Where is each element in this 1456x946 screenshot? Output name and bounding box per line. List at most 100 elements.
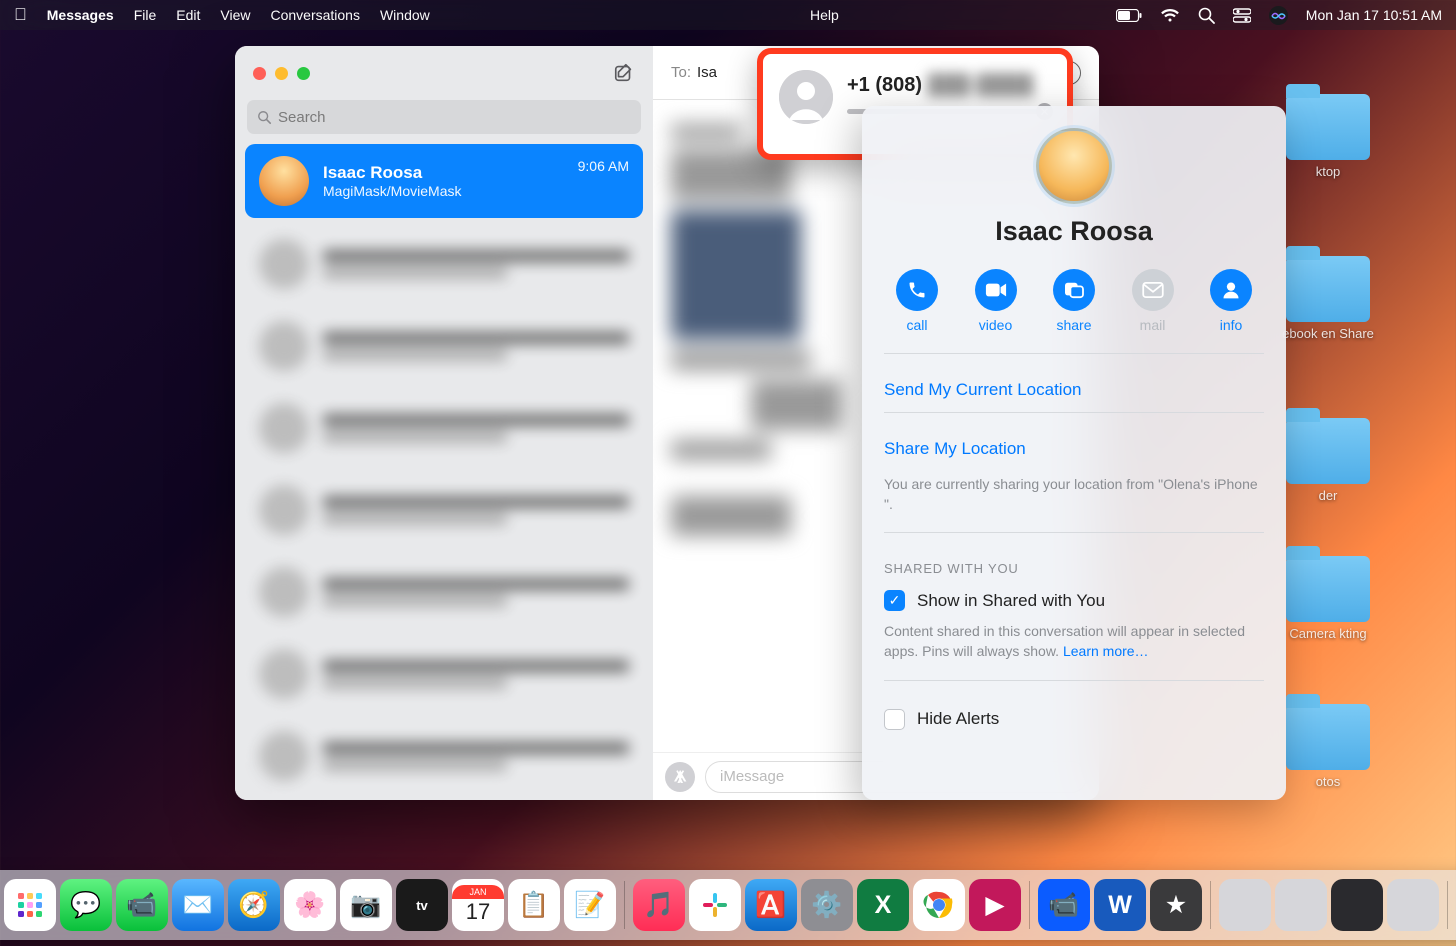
action-label: mail — [1122, 317, 1184, 333]
dock-separator — [1029, 881, 1030, 929]
dock-slack[interactable] — [689, 879, 741, 931]
message-placeholder: iMessage — [720, 768, 784, 785]
dock-safari[interactable]: 🧭 — [228, 879, 280, 931]
dock-launchpad[interactable] — [4, 879, 56, 931]
dock-appletv[interactable]: tv — [396, 879, 448, 931]
dock-notes[interactable]: 📝 — [564, 879, 616, 931]
mail-button: mail — [1122, 269, 1184, 333]
dock-appstore[interactable]: 🅰️ — [745, 879, 797, 931]
checkbox-label: Show in Shared with You — [917, 591, 1105, 611]
contact-details-panel: Isaac Roosa call video share mail info S… — [862, 106, 1286, 800]
checkbox-checked-icon[interactable]: ✓ — [884, 590, 905, 611]
menu-edit[interactable]: Edit — [176, 7, 200, 23]
dock-zoom[interactable]: 📹 — [1038, 879, 1090, 931]
close-window-button[interactable] — [253, 67, 266, 80]
folder-label: der — [1276, 488, 1380, 503]
contact-avatar[interactable] — [1036, 128, 1112, 204]
folder-icon — [1286, 556, 1370, 622]
desktop-folder[interactable]: otos — [1276, 704, 1380, 789]
dock-word[interactable]: W — [1094, 879, 1146, 931]
desktop-folder[interactable]: ktop — [1276, 94, 1380, 179]
apps-button[interactable] — [665, 762, 695, 792]
window-titlebar — [235, 46, 653, 100]
zoom-window-button[interactable] — [297, 67, 310, 80]
help-result-phone: +1 (808) ███-████ — [847, 74, 1051, 97]
video-button[interactable]: video — [965, 269, 1027, 333]
wifi-icon[interactable] — [1160, 8, 1180, 23]
dock-settings[interactable]: ⚙️ — [801, 879, 853, 931]
call-button[interactable]: call — [886, 269, 948, 333]
dock-photos[interactable]: 🌸 — [284, 879, 336, 931]
dock-facetime[interactable]: 📹 — [116, 879, 168, 931]
dock-recent-2[interactable] — [1275, 879, 1327, 931]
apple-menu-icon[interactable]:  — [14, 5, 27, 25]
contact-actions: call video share mail info — [884, 269, 1264, 353]
minimize-window-button[interactable] — [275, 67, 288, 80]
folder-label: ktop — [1276, 164, 1380, 179]
dock-calendar[interactable]: JAN17 — [452, 879, 504, 931]
dock-chrome[interactable] — [913, 879, 965, 931]
show-shared-toggle[interactable]: ✓ Show in Shared with You — [884, 586, 1264, 621]
hide-alerts-toggle[interactable]: Hide Alerts — [884, 695, 1264, 740]
folder-icon — [1286, 418, 1370, 484]
dock-recent-4[interactable] — [1387, 879, 1439, 931]
dock-separator — [624, 881, 625, 929]
conversation-sidebar: Search Isaac Roosa MagiMask/MovieMask 9:… — [235, 46, 653, 800]
conversation-item[interactable]: Isaac Roosa MagiMask/MovieMask 9:06 AM — [245, 144, 643, 218]
desktop-folder[interactable]: der — [1276, 418, 1380, 503]
learn-more-link[interactable]: Learn more… — [1063, 643, 1149, 659]
siri-icon[interactable] — [1269, 6, 1288, 25]
dock-separator — [1210, 881, 1211, 929]
search-input[interactable]: Search — [247, 100, 641, 134]
folder-icon — [1286, 256, 1370, 322]
desktop-folder[interactable]: ebook en Share — [1276, 256, 1380, 341]
folder-label: Camera kting — [1276, 626, 1380, 641]
contact-name: Isaac Roosa — [884, 216, 1264, 247]
compose-button[interactable] — [613, 62, 635, 84]
action-label: info — [1200, 317, 1262, 333]
menu-window[interactable]: Window — [380, 7, 430, 23]
app-menu[interactable]: Messages — [47, 7, 114, 23]
dock-reminders[interactable]: 📋 — [508, 879, 560, 931]
search-placeholder: Search — [278, 109, 326, 126]
share-location-link[interactable]: Share My Location — [884, 427, 1264, 471]
spotlight-icon[interactable] — [1198, 7, 1215, 24]
checkbox-unchecked-icon[interactable] — [884, 709, 905, 730]
video-icon — [975, 269, 1017, 311]
desktop-folder[interactable]: Camera kting — [1276, 556, 1380, 641]
control-center-icon[interactable] — [1233, 8, 1251, 23]
action-label: call — [886, 317, 948, 333]
menu-bar:  Messages File Edit View Conversations … — [0, 0, 1456, 30]
action-label: video — [965, 317, 1027, 333]
blurred-conversations — [245, 224, 643, 796]
conversation-name: Isaac Roosa — [323, 163, 564, 183]
dock-messages[interactable]: 💬 — [60, 879, 112, 931]
dock: 🙂 💬 📹 ✉️ 🧭 🌸 📷 tv JAN17 📋 📝 🎵 🅰️ ⚙️ X ▶ … — [0, 870, 1456, 940]
avatar — [259, 156, 309, 206]
menu-conversations[interactable]: Conversations — [270, 7, 360, 23]
dock-imovie[interactable]: ★ — [1150, 879, 1202, 931]
mail-icon — [1132, 269, 1174, 311]
dock-photobooth[interactable]: 📷 — [340, 879, 392, 931]
to-field[interactable]: Isa — [697, 64, 717, 81]
menu-help[interactable]: Help — [810, 7, 839, 23]
dock-recent-3[interactable] — [1331, 879, 1383, 931]
send-location-link[interactable]: Send My Current Location — [884, 368, 1264, 412]
dock-recent-1[interactable] — [1219, 879, 1271, 931]
dock-mail[interactable]: ✉️ — [172, 879, 224, 931]
clock[interactable]: Mon Jan 17 10:51 AM — [1306, 7, 1442, 23]
to-label: To: — [671, 64, 691, 81]
battery-icon[interactable] — [1116, 9, 1142, 22]
conversation-list[interactable]: Isaac Roosa MagiMask/MovieMask 9:06 AM — [235, 144, 653, 800]
share-button[interactable]: share — [1043, 269, 1105, 333]
checkbox-label: Hide Alerts — [917, 709, 999, 729]
dock-music[interactable]: 🎵 — [633, 879, 685, 931]
generic-avatar-icon — [779, 70, 833, 124]
menu-view[interactable]: View — [220, 7, 250, 23]
menu-file[interactable]: File — [134, 7, 157, 23]
dock-app-generic[interactable]: ▶ — [969, 879, 1021, 931]
shared-note: Content shared in this conversation will… — [884, 621, 1264, 680]
conversation-preview: MagiMask/MovieMask — [323, 183, 564, 199]
dock-excel[interactable]: X — [857, 879, 909, 931]
contact-info-button[interactable]: info — [1200, 269, 1262, 333]
